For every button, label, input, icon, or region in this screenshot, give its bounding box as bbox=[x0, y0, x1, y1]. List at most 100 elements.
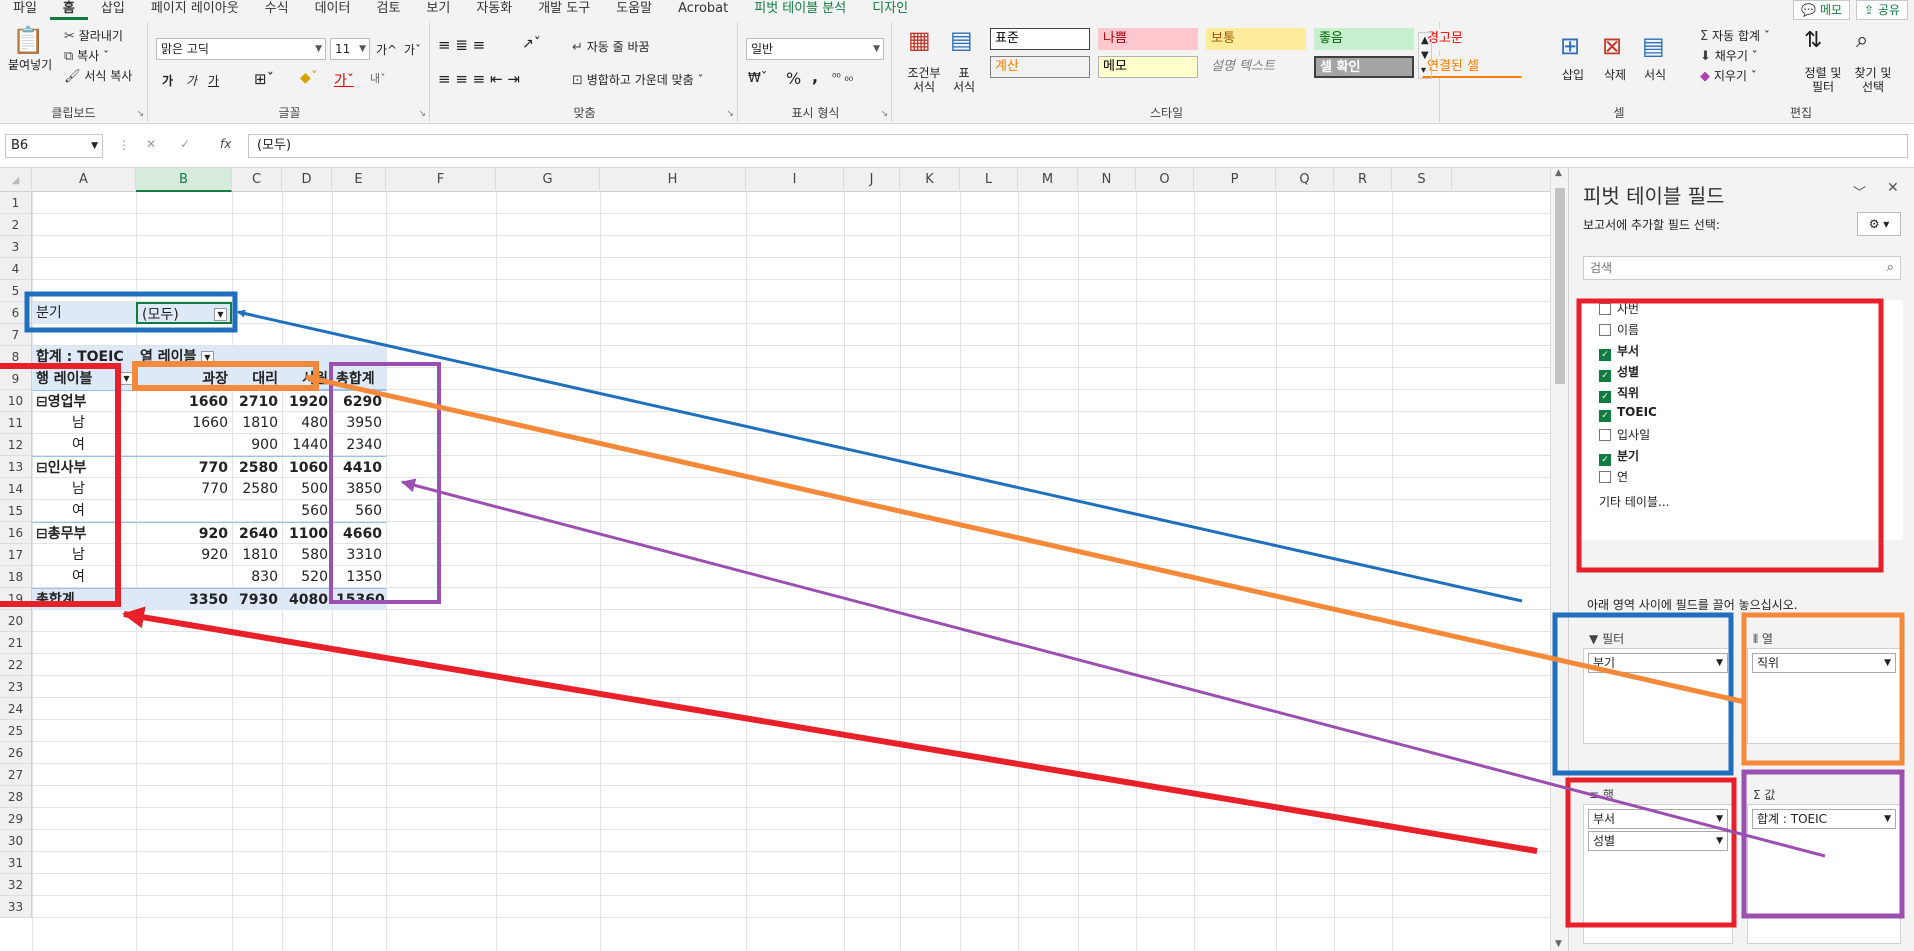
tab-6[interactable]: 데이터 bbox=[302, 0, 364, 20]
font-color-icon[interactable]: 가ˇ bbox=[334, 70, 354, 90]
scroll-up-icon[interactable]: ▲ bbox=[1555, 168, 1562, 178]
row-header-15[interactable]: 15 bbox=[0, 500, 32, 522]
find-select-button[interactable]: 찾기 및 선택 bbox=[1848, 66, 1898, 94]
values-area[interactable]: 합계 : TOEIC ▼ bbox=[1747, 804, 1901, 944]
more-tables-link[interactable]: 기타 테이블... bbox=[1599, 493, 1669, 510]
column-header-D[interactable]: D bbox=[282, 168, 332, 192]
column-header-A[interactable]: A bbox=[32, 168, 136, 192]
columns-field-chip[interactable]: 직위 ▼ bbox=[1752, 653, 1896, 673]
row-header-20[interactable]: 20 bbox=[0, 610, 32, 632]
row-header-27[interactable]: 27 bbox=[0, 764, 32, 786]
row-label-cell[interactable]: ⊟영업부 bbox=[32, 390, 136, 412]
column-header-F[interactable]: F bbox=[386, 168, 496, 192]
row-header-16[interactable]: 16 bbox=[0, 522, 32, 544]
cell-style-8[interactable]: 설명 텍스트 bbox=[1206, 56, 1306, 78]
tab-4[interactable]: 페이지 레이아웃 bbox=[138, 0, 252, 20]
row-header-29[interactable]: 29 bbox=[0, 808, 32, 830]
conditional-format-icon[interactable]: ▦ bbox=[908, 26, 931, 54]
row-header-2[interactable]: 2 bbox=[0, 214, 32, 236]
row-label-cell[interactable]: ⊟인사부 bbox=[32, 456, 136, 478]
column-labels-header[interactable]: 열 레이블 ▼ bbox=[136, 346, 386, 368]
checkbox-icon[interactable] bbox=[1599, 471, 1611, 483]
border-icon[interactable]: ⊞ˇ bbox=[254, 70, 274, 88]
scroll-down-icon[interactable]: ▼ bbox=[1555, 939, 1562, 949]
align-top-icon[interactable]: ≡ ≣ ≡ bbox=[438, 36, 485, 54]
name-box[interactable]: B6 ▼ bbox=[5, 134, 103, 158]
gallery-scroll-icon[interactable]: ▲ ▼ ▾ bbox=[1418, 32, 1432, 79]
worksheet[interactable]: ◢ A B C D E F G H I J K L M N O P Q R S 1 2 3 4 5 6 7 8 9 10 11 12 13 14… bbox=[0, 168, 1568, 951]
cell-style-1[interactable]: 표준 bbox=[990, 28, 1090, 50]
tab-5[interactable]: 수식 bbox=[252, 0, 302, 20]
filter-dropdown-icon[interactable]: ▼ bbox=[200, 351, 214, 364]
delete-cells-icon[interactable]: ⊠ bbox=[1602, 32, 1622, 60]
checkbox-icon[interactable]: ✓ bbox=[1599, 349, 1611, 361]
conditional-format-button[interactable]: 조건부 서식 bbox=[904, 66, 944, 94]
tab-12[interactable]: Acrobat bbox=[665, 0, 741, 20]
sort-filter-button[interactable]: 정렬 및 필터 bbox=[1800, 66, 1846, 94]
row-header-7[interactable]: 7 bbox=[0, 324, 32, 346]
row-header-25[interactable]: 25 bbox=[0, 720, 32, 742]
row-header-22[interactable]: 22 bbox=[0, 654, 32, 676]
rows-area[interactable]: 부서 ▼ 성별 ▼ bbox=[1583, 804, 1733, 944]
columns-area[interactable]: 직위 ▼ bbox=[1747, 648, 1901, 744]
format-cells-button[interactable]: 서식 bbox=[1644, 66, 1666, 83]
launcher-icon[interactable]: ↘ bbox=[726, 109, 734, 119]
select-all-corner[interactable]: ◢ bbox=[0, 168, 32, 192]
field-item-9[interactable]: 연 bbox=[1599, 468, 1628, 485]
row-header-1[interactable]: 1 bbox=[0, 192, 32, 214]
gear-icon[interactable]: ⚙ ▾ bbox=[1857, 212, 1901, 236]
field-item-4[interactable]: ✓ 성별 bbox=[1599, 363, 1639, 382]
enter-icon[interactable]: ✓ bbox=[180, 137, 190, 151]
paste-icon[interactable]: 📋 bbox=[12, 26, 44, 56]
tab-14[interactable]: 디자인 bbox=[859, 0, 921, 20]
row-header-8[interactable]: 8 bbox=[0, 346, 32, 368]
filter-field-chip[interactable]: 분기 ▼ bbox=[1588, 653, 1728, 673]
cancel-icon[interactable]: ✕ bbox=[146, 137, 156, 151]
cell-style-4[interactable]: 좋음 bbox=[1314, 28, 1414, 50]
field-item-6[interactable]: ✓ TOEIC bbox=[1599, 405, 1657, 422]
column-header-N[interactable]: N bbox=[1078, 168, 1136, 192]
field-item-7[interactable]: 입사일 bbox=[1599, 426, 1650, 443]
column-header-K[interactable]: K bbox=[900, 168, 960, 192]
filter-dropdown-icon[interactable]: ▼ bbox=[120, 372, 133, 385]
column-header-R[interactable]: R bbox=[1334, 168, 1392, 192]
row-header-13[interactable]: 13 bbox=[0, 456, 32, 478]
row-header-26[interactable]: 26 bbox=[0, 742, 32, 764]
fill-button[interactable]: ⬇ 채우기 ˇ bbox=[1700, 47, 1758, 64]
sort-filter-icon[interactable]: ⇅ bbox=[1804, 28, 1822, 53]
checkbox-icon[interactable]: ✓ bbox=[1599, 370, 1611, 382]
row-header-10[interactable]: 10 bbox=[0, 390, 32, 412]
table-format-icon[interactable]: ▤ bbox=[950, 26, 973, 54]
search-input[interactable] bbox=[1584, 257, 1864, 279]
column-header-S[interactable]: S bbox=[1392, 168, 1452, 192]
column-header-I[interactable]: I bbox=[746, 168, 844, 192]
insert-cells-icon[interactable]: ⊞ bbox=[1560, 32, 1580, 60]
function-icon[interactable]: fx bbox=[220, 137, 231, 151]
formula-input[interactable]: (모두) bbox=[248, 134, 1908, 158]
row-header-31[interactable]: 31 bbox=[0, 852, 32, 874]
format-painter-button[interactable]: 🖌 서식 복사 bbox=[64, 67, 132, 84]
launcher-icon[interactable]: ↘ bbox=[880, 109, 888, 119]
tab-10[interactable]: 개발 도구 bbox=[525, 0, 603, 20]
row-header-12[interactable]: 12 bbox=[0, 434, 32, 456]
row-header-14[interactable]: 14 bbox=[0, 478, 32, 500]
column-header-E[interactable]: E bbox=[332, 168, 386, 192]
checkbox-icon[interactable]: ✓ bbox=[1599, 391, 1611, 403]
cut-button[interactable]: ✂ 잘라내기 bbox=[64, 27, 123, 44]
row-label-cell[interactable]: ⊟총무부 bbox=[32, 522, 136, 544]
copy-button[interactable]: ⧉ 복사 ˇ bbox=[64, 47, 109, 64]
tab-7[interactable]: 검토 bbox=[363, 0, 413, 20]
cell-style-2[interactable]: 나쁨 bbox=[1098, 28, 1198, 50]
checkbox-icon[interactable] bbox=[1599, 429, 1611, 441]
tab-13[interactable]: 피벗 테이블 분석 bbox=[741, 0, 859, 20]
filter-area[interactable]: 분기 ▼ bbox=[1583, 648, 1733, 744]
column-header-H[interactable]: H bbox=[600, 168, 746, 192]
row-header-9[interactable]: 9 bbox=[0, 368, 32, 390]
row-header-6[interactable]: 6 bbox=[0, 302, 32, 324]
row-header-19[interactable]: 19 bbox=[0, 588, 32, 610]
format-cells-icon[interactable]: ▤ bbox=[1642, 32, 1665, 60]
tab-9[interactable]: 자동화 bbox=[463, 0, 525, 20]
tab-3[interactable]: 삽입 bbox=[88, 0, 138, 20]
row-header-33[interactable]: 33 bbox=[0, 896, 32, 918]
vertical-scrollbar[interactable]: ▲ ▼ bbox=[1550, 168, 1568, 951]
